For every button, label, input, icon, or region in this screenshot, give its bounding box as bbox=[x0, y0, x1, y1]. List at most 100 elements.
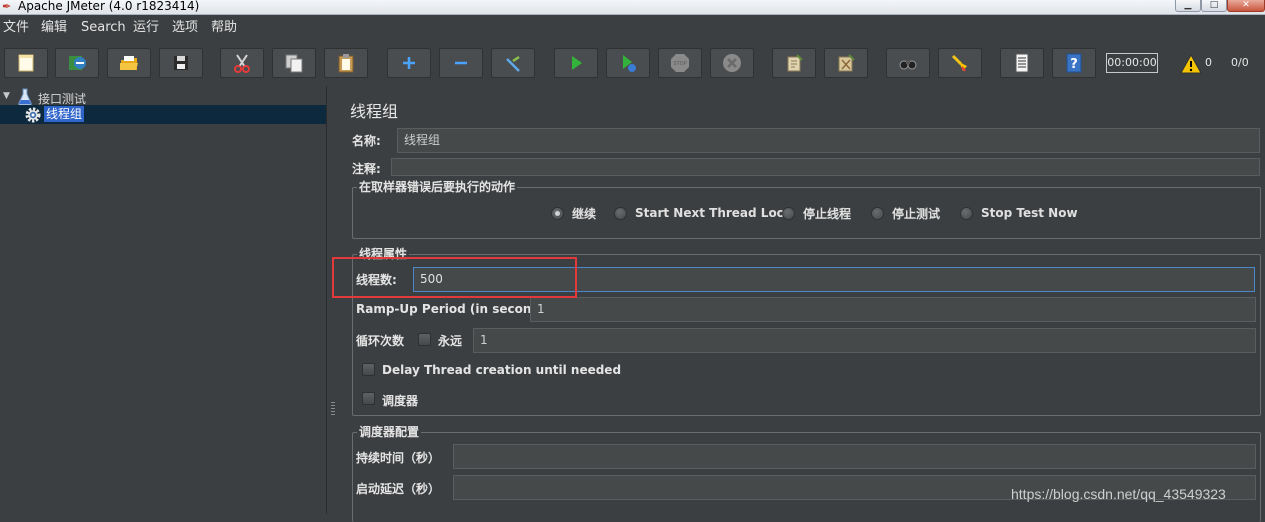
flask-icon bbox=[18, 88, 32, 106]
page-title: 线程组 bbox=[350, 102, 399, 121]
start-button[interactable] bbox=[554, 48, 598, 78]
save-icon bbox=[174, 56, 188, 70]
radio-stop-test-now[interactable]: Stop Test Now bbox=[960, 205, 1078, 221]
radio-label: 停止测试 bbox=[892, 206, 941, 221]
close-button[interactable]: ✕ bbox=[1227, 0, 1265, 12]
elapsed-timer: 00:00:00 bbox=[1106, 53, 1158, 73]
title-bar: ✒ Apache JMeter (4.0 r1823414) ▁ □ ✕ bbox=[0, 0, 1265, 15]
menu-edit[interactable]: 编辑 bbox=[41, 20, 67, 36]
warning-icon[interactable] bbox=[1180, 54, 1202, 74]
menu-options[interactable]: 选项 bbox=[172, 20, 198, 36]
clear-icon bbox=[787, 54, 803, 72]
search-button[interactable] bbox=[886, 48, 930, 78]
tree-item-thread-group[interactable]: 线程组 bbox=[0, 105, 326, 124]
scheduler-label: 调度器 bbox=[382, 394, 419, 408]
forever-checkbox[interactable] bbox=[418, 333, 431, 346]
name-field[interactable]: 线程组 bbox=[397, 128, 1260, 153]
expand-all-button[interactable] bbox=[387, 48, 431, 78]
radio-button[interactable] bbox=[551, 206, 564, 220]
radio-label: Start Next Thread Loop bbox=[635, 206, 794, 220]
startup-delay-label: 启动延迟（秒） bbox=[356, 482, 441, 496]
function-helper-icon bbox=[1015, 53, 1029, 73]
forever-label: 永远 bbox=[438, 334, 463, 348]
loop-count-input[interactable]: 1 bbox=[473, 328, 1256, 353]
tree-item-test-plan[interactable]: ▼ 接口测试 bbox=[0, 88, 326, 106]
radio-label: Stop Test Now bbox=[981, 206, 1078, 220]
active-threads-count: 0/0 bbox=[1231, 56, 1249, 69]
menu-search[interactable]: Search bbox=[81, 20, 126, 36]
annotation-highlight-box bbox=[332, 257, 577, 298]
thread-group-panel: 线程组 名称: 线程组 注释: 在取样器错误后要执行的动作 继续 Start N… bbox=[340, 86, 1265, 522]
templates-icon bbox=[69, 56, 86, 70]
paste-icon bbox=[338, 54, 354, 73]
paste-button[interactable] bbox=[324, 48, 368, 78]
help-button[interactable]: ? bbox=[1052, 48, 1096, 78]
radio-label: 继续 bbox=[572, 206, 597, 221]
clear-all-button[interactable] bbox=[824, 48, 868, 78]
menu-run[interactable]: 运行 bbox=[133, 20, 159, 36]
new-button[interactable] bbox=[4, 48, 48, 78]
gear-icon bbox=[25, 107, 41, 123]
delay-thread-label: Delay Thread creation until needed bbox=[382, 363, 622, 377]
start-no-pauses-button[interactable] bbox=[606, 48, 650, 78]
shutdown-icon bbox=[723, 54, 741, 72]
radio-stop-thread[interactable]: 停止线程 bbox=[782, 205, 851, 221]
jmeter-feather-icon: ✒ bbox=[2, 0, 12, 13]
shutdown-button[interactable] bbox=[710, 48, 754, 78]
radio-button[interactable] bbox=[782, 206, 795, 220]
reset-search-icon bbox=[951, 54, 967, 72]
save-button[interactable] bbox=[159, 48, 203, 78]
cut-button[interactable] bbox=[220, 48, 264, 78]
radio-button[interactable] bbox=[871, 206, 884, 220]
radio-stop-test[interactable]: 停止测试 bbox=[871, 205, 940, 221]
svg-text:?: ? bbox=[1070, 57, 1078, 72]
comment-field[interactable] bbox=[391, 158, 1260, 176]
maximize-button[interactable]: □ bbox=[1201, 0, 1227, 12]
copy-icon bbox=[285, 54, 303, 73]
splitter-grip-icon[interactable] bbox=[331, 402, 335, 416]
duration-input[interactable] bbox=[453, 444, 1256, 469]
toolbar: STOP ? 00:00:00 0 0/0 bbox=[0, 41, 1265, 86]
delay-thread-checkbox[interactable] bbox=[362, 363, 375, 376]
error-action-title: 在取样器错误后要执行的动作 bbox=[357, 180, 518, 194]
clear-button[interactable] bbox=[772, 48, 816, 78]
stop-button[interactable]: STOP bbox=[658, 48, 702, 78]
toggle-icon bbox=[506, 55, 520, 72]
menu-file[interactable]: 文件 bbox=[3, 20, 29, 36]
radio-continue[interactable]: 继续 bbox=[551, 205, 596, 221]
minimize-button[interactable]: ▁ bbox=[1175, 0, 1201, 12]
open-icon bbox=[120, 56, 138, 70]
scheduler-checkbox[interactable] bbox=[362, 392, 375, 405]
function-helper-button[interactable] bbox=[1000, 48, 1044, 78]
radio-start-next-loop[interactable]: Start Next Thread Loop bbox=[614, 205, 794, 221]
open-button[interactable] bbox=[107, 48, 151, 78]
collapse-all-button[interactable] bbox=[439, 48, 483, 78]
panel-splitter[interactable] bbox=[326, 86, 340, 514]
clear-all-icon bbox=[838, 54, 855, 72]
cut-icon bbox=[234, 54, 250, 73]
expand-icon bbox=[403, 57, 415, 69]
toggle-button[interactable] bbox=[491, 48, 535, 78]
collapse-arrow-icon[interactable]: ▼ bbox=[3, 91, 13, 101]
rampup-label: Ramp-Up Period (in seconds): bbox=[356, 302, 558, 316]
watermark: https://blog.csdn.net/qq_43549323 bbox=[1011, 486, 1226, 502]
test-plan-tree: ▼ 接口测试 线程组 bbox=[0, 86, 326, 514]
radio-label: 停止线程 bbox=[803, 206, 852, 221]
radio-button[interactable] bbox=[614, 206, 627, 220]
rampup-input[interactable]: 1 bbox=[530, 297, 1256, 322]
templates-button[interactable] bbox=[55, 48, 99, 78]
menu-help[interactable]: 帮助 bbox=[211, 20, 237, 36]
help-icon: ? bbox=[1066, 53, 1082, 73]
duration-label: 持续时间（秒） bbox=[356, 451, 441, 465]
reset-search-button[interactable] bbox=[938, 48, 982, 78]
copy-button[interactable] bbox=[272, 48, 316, 78]
start-icon bbox=[572, 56, 582, 70]
menu-bar: 文件 编辑 Search 运行 选项 帮助 bbox=[0, 15, 1265, 41]
tree-item-label: 线程组 bbox=[44, 106, 85, 122]
svg-text:STOP: STOP bbox=[673, 61, 686, 67]
window-title: Apache JMeter (4.0 r1823414) bbox=[18, 0, 200, 13]
radio-button[interactable] bbox=[960, 206, 973, 220]
comment-label: 注释: bbox=[352, 162, 381, 176]
new-icon bbox=[18, 54, 34, 72]
warning-count: 0 bbox=[1205, 56, 1212, 69]
